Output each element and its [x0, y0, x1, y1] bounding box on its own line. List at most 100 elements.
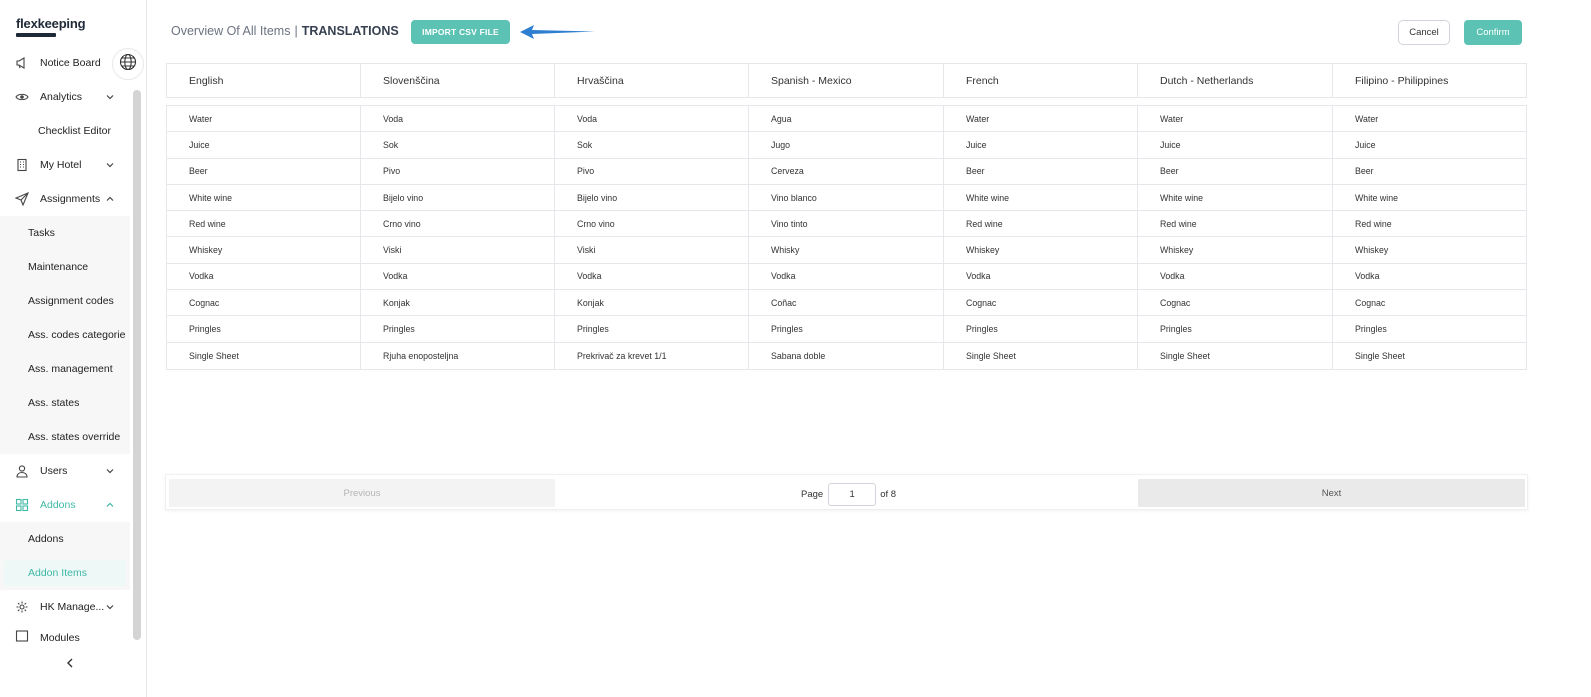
breadcrumb-parent[interactable]: Overview Of All Items	[171, 24, 290, 38]
translation-cell[interactable]: Vodka	[167, 263, 361, 290]
confirm-button[interactable]: Confirm	[1464, 20, 1522, 45]
collapse-sidebar-button[interactable]	[64, 656, 76, 674]
translation-cell[interactable]: Pivo	[555, 158, 749, 184]
breadcrumb: Overview Of All Items | TRANSLATIONS	[171, 24, 399, 38]
import-csv-button[interactable]: IMPORT CSV FILE	[411, 20, 510, 44]
translation-cell[interactable]: Cognac	[1138, 290, 1333, 316]
translation-cell[interactable]: Juice	[167, 132, 361, 158]
sidebar-item-my-hotel[interactable]: My Hotel	[0, 148, 130, 182]
translation-cell[interactable]: Jugo	[749, 132, 944, 158]
sidebar-item-tasks[interactable]: Tasks	[0, 216, 130, 250]
sidebar-item-assignment-codes[interactable]: Assignment codes	[0, 284, 130, 318]
translation-cell[interactable]: Cognac	[944, 290, 1138, 316]
translation-cell[interactable]: Whiskey	[1138, 237, 1333, 263]
sidebar-item-hk-management[interactable]: HK Manage...	[0, 590, 130, 624]
translation-cell[interactable]: Pringles	[749, 316, 944, 342]
sidebar-item-addons[interactable]: Addons	[0, 488, 130, 522]
translation-cell[interactable]: Juice	[1333, 132, 1526, 157]
translation-cell[interactable]: Crno vino	[555, 211, 749, 237]
translation-cell[interactable]: Konjak	[555, 290, 749, 316]
translation-cell[interactable]: Whiskey	[167, 237, 361, 263]
page-number-input[interactable]	[828, 483, 877, 506]
translation-cell[interactable]: Vodka	[944, 263, 1138, 290]
translation-cell[interactable]: Cognac	[1333, 290, 1526, 315]
translation-cell[interactable]: White wine	[944, 184, 1138, 211]
translation-cell[interactable]: White wine	[167, 184, 361, 211]
translation-cell[interactable]: Whiskey	[1333, 237, 1526, 262]
translation-cell[interactable]: Vodka	[555, 263, 749, 290]
sidebar-item-users[interactable]: Users	[0, 454, 130, 488]
translation-cell[interactable]: Single Sheet	[944, 342, 1138, 369]
sidebar-item-ass-codes-categories[interactable]: Ass. codes categorie	[0, 318, 130, 352]
translation-cell[interactable]: Bijelo vino	[361, 184, 555, 211]
translation-cell[interactable]: Beer	[944, 158, 1138, 184]
translation-cell[interactable]: Water	[1138, 106, 1333, 132]
translation-cell[interactable]: Agua	[749, 106, 944, 132]
translation-cell[interactable]: Cerveza	[749, 158, 944, 184]
translation-cell[interactable]: Single Sheet	[1333, 343, 1526, 369]
translation-cell[interactable]: Pringles	[555, 316, 749, 342]
translation-cell[interactable]: Sok	[361, 132, 555, 158]
translation-cell[interactable]: Vodka	[1333, 264, 1526, 289]
sidebar-item-checklist-editor[interactable]: Checklist Editor	[0, 114, 130, 148]
translation-cell[interactable]: Red wine	[1138, 211, 1333, 237]
next-button[interactable]: Next	[1138, 479, 1525, 507]
translation-cell[interactable]: Voda	[361, 106, 555, 132]
translation-cell[interactable]: Bijelo vino	[555, 184, 749, 211]
translation-cell[interactable]: Viski	[555, 237, 749, 263]
translation-cell[interactable]: Sabana doble	[749, 342, 944, 369]
translation-cell[interactable]: Beer	[1333, 159, 1526, 184]
translation-cell[interactable]: Red wine	[167, 211, 361, 237]
translation-cell[interactable]: Water	[167, 106, 361, 132]
translation-cell[interactable]: Whiskey	[944, 237, 1138, 263]
translation-cell[interactable]: Pringles	[944, 316, 1138, 342]
sidebar-item-ass-management[interactable]: Ass. management	[0, 352, 130, 386]
sidebar-item-ass-states-override[interactable]: Ass. states override	[0, 420, 130, 454]
sidebar-item-ass-states[interactable]: Ass. states	[0, 386, 130, 420]
translation-cell[interactable]: Vodka	[361, 263, 555, 290]
sidebar-item-analytics[interactable]: Analytics	[0, 80, 130, 114]
sidebar-scrollbar[interactable]	[133, 90, 141, 640]
translation-cell[interactable]: Pivo	[361, 158, 555, 184]
translation-cell[interactable]: Vodka	[749, 263, 944, 290]
translation-cell[interactable]: Red wine	[944, 211, 1138, 237]
translation-cell[interactable]: Water	[944, 106, 1138, 132]
sidebar-item-assignments[interactable]: Assignments	[0, 182, 130, 216]
translation-cell[interactable]: Juice	[944, 132, 1138, 158]
translation-cell[interactable]: Coñac	[749, 290, 944, 316]
translation-cell[interactable]: Viski	[361, 237, 555, 263]
translation-cell[interactable]: Juice	[1138, 132, 1333, 158]
translation-cell[interactable]: Beer	[1138, 158, 1333, 184]
sidebar-item-maintenance[interactable]: Maintenance	[0, 250, 130, 284]
translation-cell[interactable]: White wine	[1333, 185, 1526, 210]
sidebar-item-modules[interactable]: Modules	[0, 624, 130, 644]
cancel-button[interactable]: Cancel	[1398, 20, 1450, 45]
translation-cell[interactable]: Pringles	[361, 316, 555, 342]
previous-button[interactable]: Previous	[169, 479, 555, 507]
logo[interactable]: flexkeeping	[16, 16, 86, 37]
translation-cell[interactable]: Water	[1333, 106, 1526, 131]
translation-cell[interactable]: Single Sheet	[1138, 342, 1333, 369]
translation-cell[interactable]: Vino tinto	[749, 211, 944, 237]
translation-cell[interactable]: Vino blanco	[749, 184, 944, 211]
language-button[interactable]	[112, 48, 144, 80]
translation-cell[interactable]: Single Sheet	[167, 342, 361, 369]
sidebar-item-addons-list[interactable]: Addons	[0, 522, 130, 556]
translation-cell[interactable]: Voda	[555, 106, 749, 132]
translation-cell[interactable]: Pringles	[1333, 316, 1526, 341]
translation-cell[interactable]: Vodka	[1138, 263, 1333, 290]
translation-cell[interactable]: Cognac	[167, 290, 361, 316]
sidebar-item-addon-items[interactable]: Addon Items	[0, 556, 130, 590]
translation-cell[interactable]: Rjuha enoposteljna	[361, 342, 555, 369]
translation-cell[interactable]: Konjak	[361, 290, 555, 316]
translation-cell[interactable]: Sok	[555, 132, 749, 158]
sidebar-item-notice-board[interactable]: Notice Board	[0, 46, 130, 80]
translation-cell[interactable]: Crno vino	[361, 211, 555, 237]
translation-cell[interactable]: Whisky	[749, 237, 944, 263]
translation-cell[interactable]: Pringles	[1138, 316, 1333, 342]
translation-cell[interactable]: Pringles	[167, 316, 361, 342]
translation-cell[interactable]: White wine	[1138, 184, 1333, 211]
translation-cell[interactable]: Beer	[167, 158, 361, 184]
translation-cell[interactable]: Prekrivač za krevet 1/1	[555, 342, 749, 369]
translation-cell[interactable]: Red wine	[1333, 211, 1526, 236]
